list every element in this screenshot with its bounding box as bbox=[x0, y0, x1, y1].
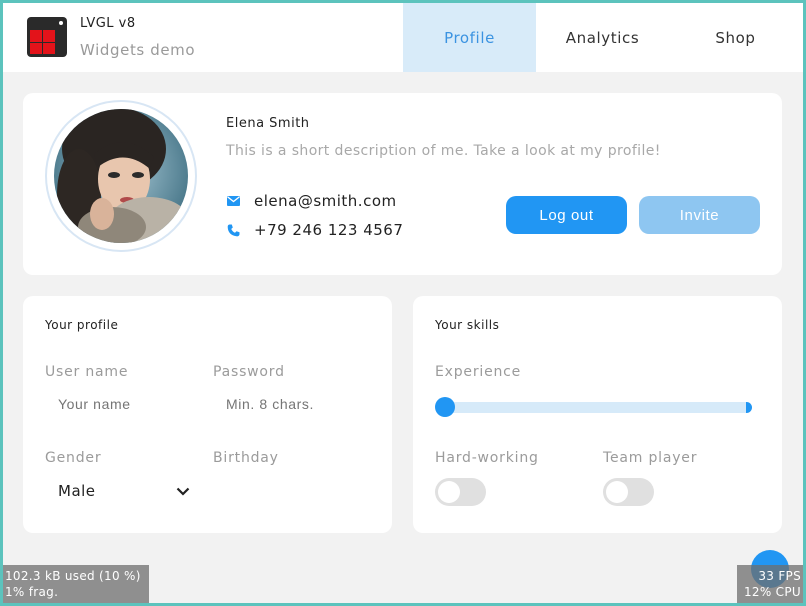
teamplayer-switch[interactable] bbox=[603, 478, 654, 506]
avatar bbox=[54, 109, 188, 243]
switch-knob bbox=[606, 481, 628, 503]
tab-profile[interactable]: Profile bbox=[403, 3, 536, 72]
chevron-down-icon bbox=[176, 482, 190, 500]
memory-frag: 1% frag. bbox=[5, 585, 59, 599]
profile-description: This is a short description of me. Take … bbox=[226, 143, 661, 159]
your-skills-title: Your skills bbox=[435, 318, 500, 332]
slider-end bbox=[746, 402, 752, 413]
your-profile-card: Your profile User name Password Gender M… bbox=[23, 296, 392, 533]
header: LVGL v8 Widgets demo Profile Analytics S… bbox=[3, 3, 803, 72]
phone-icon bbox=[226, 223, 240, 237]
password-label: Password bbox=[213, 364, 285, 380]
app-subtitle: Widgets demo bbox=[80, 41, 196, 59]
gender-label: Gender bbox=[45, 450, 102, 466]
app-title: LVGL v8 bbox=[80, 16, 136, 31]
birthday-label: Birthday bbox=[213, 450, 279, 466]
lvgl-logo bbox=[27, 17, 67, 57]
switch-knob bbox=[438, 481, 460, 503]
email-text: elena@smith.com bbox=[254, 192, 397, 210]
phone-text: +79 246 123 4567 bbox=[254, 221, 404, 239]
tab-bar: Profile Analytics Shop bbox=[403, 3, 802, 72]
app-screen: LVGL v8 Widgets demo Profile Analytics S… bbox=[3, 3, 803, 603]
tab-analytics[interactable]: Analytics bbox=[536, 3, 669, 72]
slider-track bbox=[443, 402, 751, 413]
slider-knob[interactable] bbox=[435, 397, 455, 417]
performance-monitor: 33 FPS 12% CPU bbox=[737, 565, 803, 603]
birthday-input[interactable] bbox=[213, 472, 363, 508]
memory-monitor: 102.3 kB used (10 %) 1% frag. bbox=[3, 565, 149, 603]
hardworking-switch[interactable] bbox=[435, 478, 486, 506]
username-input[interactable] bbox=[58, 396, 198, 412]
experience-slider[interactable] bbox=[435, 396, 752, 418]
profile-card: Elena Smith This is a short description … bbox=[23, 93, 782, 275]
password-input[interactable] bbox=[226, 396, 366, 412]
memory-used: 102.3 kB used (10 %) bbox=[5, 569, 141, 583]
profile-name: Elena Smith bbox=[226, 116, 310, 131]
tab-shop[interactable]: Shop bbox=[669, 3, 802, 72]
your-skills-card: Your skills Experience Hard-working Team… bbox=[413, 296, 782, 533]
gender-value: Male bbox=[58, 482, 96, 500]
email-row: elena@smith.com bbox=[226, 192, 397, 210]
fps-value: 33 FPS bbox=[758, 569, 801, 583]
teamplayer-label: Team player bbox=[603, 450, 698, 466]
avatar-frame bbox=[45, 100, 197, 252]
your-profile-title: Your profile bbox=[45, 318, 119, 332]
envelope-icon bbox=[226, 194, 240, 208]
gender-dropdown[interactable]: Male bbox=[58, 476, 190, 506]
phone-row: +79 246 123 4567 bbox=[226, 221, 403, 239]
invite-button[interactable]: Invite bbox=[639, 196, 760, 234]
experience-label: Experience bbox=[435, 364, 522, 380]
hardworking-label: Hard-working bbox=[435, 450, 539, 466]
cpu-value: 12% CPU bbox=[744, 585, 801, 599]
logout-button[interactable]: Log out bbox=[506, 196, 627, 234]
username-label: User name bbox=[45, 364, 129, 380]
